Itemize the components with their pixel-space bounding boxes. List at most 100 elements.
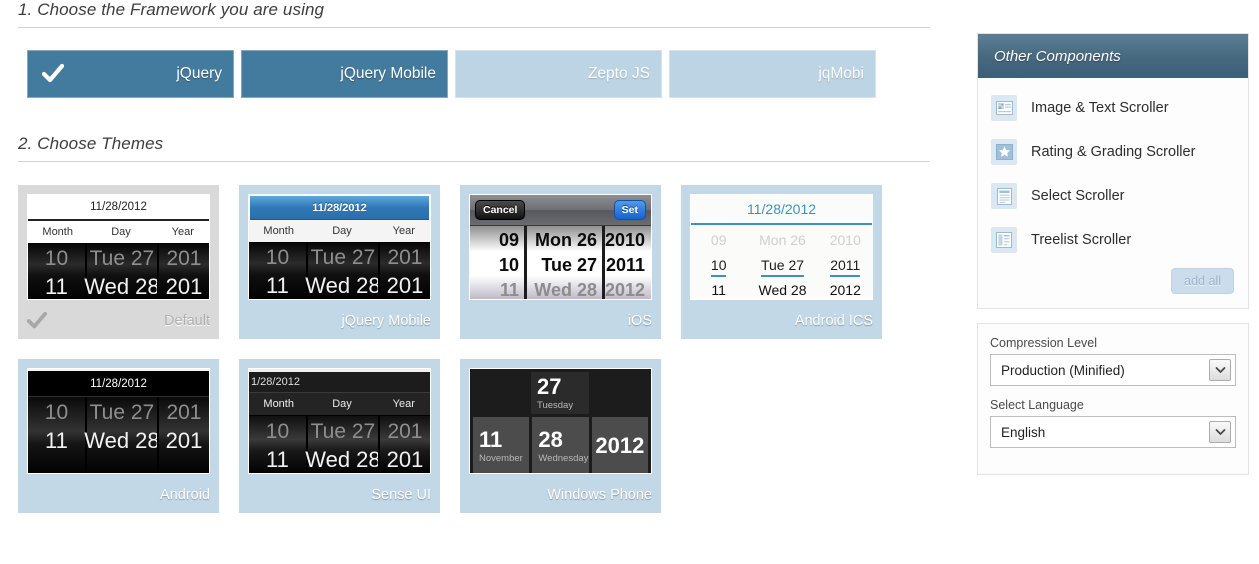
framework-label: jQuery Mobile	[340, 65, 436, 82]
wheel-value-selected: 2011	[819, 256, 872, 277]
wheel-value-selected: 11	[266, 447, 289, 472]
wheel-value: 11	[499, 280, 519, 300]
theme-card-android-ics[interactable]: 11/28/2012 09 Mon 26 2010 10 Tue 27 2011	[681, 185, 882, 339]
chevron-down-icon[interactable]	[1209, 359, 1231, 381]
sidebar-item-rating-grading-scroller[interactable]: Rating & Grading Scroller	[978, 130, 1248, 174]
wp-tile-month: 11 November	[473, 417, 530, 473]
wheel-row-selected: 10 Tue 27 2011	[691, 252, 872, 277]
theme-card-android[interactable]: 11/28/2012 10 11 Tue 27 Wed 28 201 201 A…	[18, 359, 219, 513]
preview-date-header: 1/28/2012	[249, 369, 430, 393]
wheel-column-month: 10 11	[28, 243, 85, 299]
sidebar-item-label: Treelist Scroller	[1031, 232, 1132, 248]
framework-button-jquery-mobile[interactable]: jQuery Mobile	[241, 50, 448, 98]
label-month: Month	[263, 225, 294, 237]
framework-button-jquery[interactable]: jQuery	[27, 50, 234, 98]
label-year: Year	[392, 398, 415, 410]
wheel-value-selected: 10	[498, 255, 519, 275]
wheel-column-month: 10 11	[28, 397, 85, 473]
framework-label: Zepto JS	[587, 65, 650, 82]
sidebar-item-label: Rating & Grading Scroller	[1031, 144, 1196, 160]
wheel-value-selected: 11	[45, 428, 68, 453]
theme-card-jquery-mobile[interactable]: 11/28/2012 Month Day Year 10 11 Tue 27 W…	[239, 185, 440, 339]
wp-spacer	[589, 372, 647, 414]
chevron-down-icon[interactable]	[1209, 421, 1231, 443]
select-language-select[interactable]: English	[990, 416, 1236, 448]
wheel-column-year: 201 201	[377, 242, 430, 299]
wheel-value: 09	[498, 230, 519, 250]
wheel-value: 11	[711, 281, 726, 298]
wp-tile-sub: Tuesday	[537, 399, 574, 411]
wheel-column-day: Mon 26 Tue 27 Wed 28	[524, 226, 602, 299]
wheel-value: 10	[265, 420, 290, 443]
wheel-value-selected: 11	[45, 274, 68, 299]
framework-button-jqmobi[interactable]: jqMobi	[669, 50, 876, 98]
theme-card-ios[interactable]: Cancel Set 09 10 11 Mon 26 Tue 27 Wed 28	[460, 185, 661, 339]
wheel-value-selected: Tue 27	[746, 256, 818, 277]
add-all-row: add all	[978, 266, 1248, 308]
theme-card-grid: 11/28/2012 Month Day Year 10 11 Tue 27 W…	[0, 162, 930, 513]
theme-preview-default: 11/28/2012 Month Day Year 10 11 Tue 27 W…	[27, 194, 210, 300]
sidebar-item-label: Image & Text Scroller	[1031, 100, 1169, 116]
wheel-value-selected: Wed 28	[305, 273, 381, 298]
compression-level-value: Production (Minified)	[1001, 362, 1125, 378]
theme-card-footer: jQuery Mobile	[248, 307, 431, 335]
select-language-value: English	[1001, 424, 1046, 440]
wheel-value: 2010	[829, 231, 861, 248]
wheel-value: Mon 26	[534, 230, 597, 250]
add-all-button[interactable]: add all	[1171, 268, 1234, 294]
preview-wheel: 10 11 Tue 27 Wed 28 201 201	[28, 397, 209, 473]
theme-preview-android-ics: 11/28/2012 09 Mon 26 2010 10 Tue 27 2011	[690, 194, 873, 300]
compression-level-select[interactable]: Production (Minified)	[990, 354, 1236, 386]
theme-card-footer: Android	[27, 481, 210, 509]
wheel-value: 10	[44, 401, 69, 424]
theme-card-default[interactable]: 11/28/2012 Month Day Year 10 11 Tue 27 W…	[18, 185, 219, 339]
sidebar-item-image-text-scroller[interactable]: Image & Text Scroller	[978, 86, 1248, 130]
theme-card-windows-phone[interactable]: 27 Tuesday 11 November 28 Wednesday 2012…	[460, 359, 661, 513]
wheel-value: 201	[166, 247, 202, 270]
wheel-value: 201	[166, 401, 202, 424]
theme-name: jQuery Mobile	[341, 313, 431, 329]
theme-name: Sense UI	[371, 487, 431, 503]
wheel-value: 09	[710, 231, 727, 248]
theme-card-footer: Windows Phone	[469, 481, 652, 509]
wheel-column-month: 10 11	[249, 416, 306, 473]
label-month: Month	[263, 398, 294, 410]
theme-name: iOS	[627, 313, 652, 329]
label-year: Year	[171, 226, 194, 238]
preview-column-labels: Month Day Year	[249, 393, 430, 416]
wheel-column-year: 201 201	[377, 416, 430, 473]
theme-card-footer: Android ICS	[690, 307, 873, 335]
wheel-value: Tue 27	[310, 246, 376, 269]
theme-preview-sense-ui: 1/28/2012 Month Day Year 10 11 Tue 27 We…	[248, 368, 431, 474]
framework-button-row: jQuery jQuery Mobile Zepto JS jqMobi	[0, 28, 960, 98]
wheel-column-day: Tue 27 Wed 28	[84, 243, 160, 299]
sidebar-item-select-scroller[interactable]: Select Scroller	[978, 174, 1248, 218]
select-language-label: Select Language	[990, 398, 1084, 412]
wp-bottom-row: 11 November 28 Wednesday 2012	[473, 417, 648, 473]
wheel-column-day: Tue 27 Wed 28	[305, 416, 381, 473]
wheel-value-selected: Wed 28	[84, 274, 160, 299]
wheel-value: Tue 27	[310, 420, 376, 443]
label-day: Day	[111, 226, 131, 238]
preview-date-header: 11/28/2012	[691, 195, 872, 225]
panel-header: Other Components	[978, 34, 1248, 78]
label-day: Day	[332, 398, 352, 410]
theme-name: Android	[160, 487, 210, 503]
set-button[interactable]: Set	[613, 200, 646, 220]
theme-card-sense-ui[interactable]: 1/28/2012 Month Day Year 10 11 Tue 27 We…	[239, 359, 440, 513]
framework-button-zepto-js[interactable]: Zepto JS	[455, 50, 662, 98]
cancel-button[interactable]: Cancel	[475, 200, 526, 220]
theme-preview-jquery-mobile: 11/28/2012 Month Day Year 10 11 Tue 27 W…	[248, 194, 431, 300]
wp-tile-year: 2012	[591, 417, 648, 473]
wheel-value-selected: 201	[165, 428, 203, 453]
main-content: 1. Choose the Framework you are using jQ…	[0, 0, 960, 564]
wheel-column-day: Tue 27 Wed 28	[305, 242, 381, 299]
wheel-value: 2012	[604, 280, 645, 300]
theme-preview-ios: Cancel Set 09 10 11 Mon 26 Tue 27 Wed 28	[469, 194, 652, 300]
sidebar-item-treelist-scroller[interactable]: Treelist Scroller	[978, 218, 1248, 262]
preview-wheel: 10 11 Tue 27 Wed 28 201 201	[249, 242, 430, 299]
wheel-column-month: 10 11	[249, 242, 306, 299]
theme-card-footer: iOS	[469, 307, 652, 335]
preview-column-labels: Month Day Year	[249, 220, 430, 242]
wheel-value-selected: Wed 28	[305, 447, 381, 472]
